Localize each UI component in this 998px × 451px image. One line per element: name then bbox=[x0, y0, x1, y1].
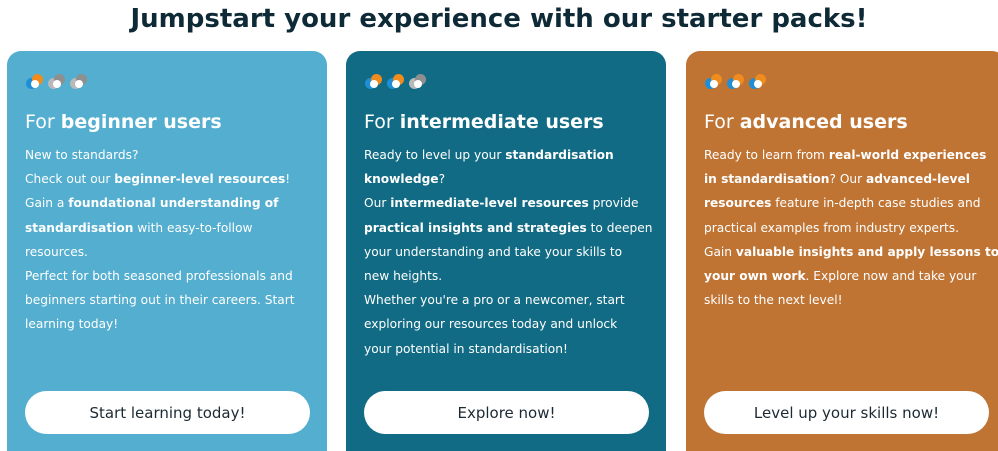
body-text: skills to the next level! bbox=[704, 293, 843, 308]
emphasis-text: practical insights and strategies bbox=[364, 220, 587, 235]
emphasis-text: knowledge bbox=[364, 172, 439, 187]
description-line: Gain valuable insights and apply lessons… bbox=[704, 240, 998, 264]
body-text: your potential in standardisation! bbox=[364, 341, 568, 356]
body-text: ? bbox=[438, 172, 446, 187]
description-line: learning today! bbox=[25, 312, 309, 336]
description-line: in standardisation? Our advanced-level bbox=[704, 167, 988, 191]
body-text: . Explore now and take your bbox=[805, 269, 977, 284]
pack-icon bbox=[48, 73, 66, 91]
emphasis-text: standardisation bbox=[505, 148, 614, 162]
pack-icon bbox=[365, 73, 383, 91]
body-text: Check out our bbox=[25, 172, 115, 187]
pack-icon bbox=[727, 73, 745, 91]
card-title-prefix: For bbox=[704, 111, 740, 133]
body-text: Gain bbox=[704, 244, 736, 259]
body-text: ? Our bbox=[829, 172, 867, 187]
description-line: Gain a foundational understanding of bbox=[25, 191, 309, 215]
description-line: practical insights and strategies to dee… bbox=[364, 216, 652, 240]
body-text: Ready to level up your bbox=[364, 148, 506, 162]
body-text: Our bbox=[364, 196, 391, 211]
level-indicator bbox=[705, 71, 988, 93]
card-title: For advanced users bbox=[704, 110, 988, 134]
pack-icon bbox=[387, 73, 405, 91]
level-indicator bbox=[365, 71, 648, 93]
body-text: feature in-depth case studies and bbox=[771, 196, 981, 211]
emphasis-text: resources bbox=[704, 196, 772, 211]
emphasis-text: beginner-level resources bbox=[114, 172, 286, 187]
card-title-prefix: For bbox=[364, 111, 400, 133]
body-text: new heights. bbox=[364, 269, 443, 284]
description-line: practical examples from industry experts… bbox=[704, 216, 988, 240]
description-line: Ready to learn from real-world experienc… bbox=[704, 143, 988, 167]
description-line: beginners starting out in their careers.… bbox=[25, 288, 309, 312]
description-line: new heights. bbox=[364, 264, 648, 288]
cta-button[interactable]: Start learning today! bbox=[25, 391, 310, 434]
body-text: Gain a bbox=[25, 196, 69, 211]
card-title-audience: beginner users bbox=[60, 111, 222, 133]
body-text: your understanding and take your skills … bbox=[364, 244, 623, 259]
card-title-audience: advanced users bbox=[739, 111, 908, 133]
description-line: standardisation with easy-to-follow bbox=[25, 216, 309, 240]
cta-button[interactable]: Level up your skills now! bbox=[704, 391, 989, 434]
starter-pack-card: For advanced users Ready to learn from re… bbox=[686, 51, 998, 451]
pack-icon bbox=[70, 73, 88, 91]
emphasis-text: advanced-level bbox=[866, 172, 970, 187]
starter-pack-card: For beginner users New to standards? Check… bbox=[7, 51, 327, 451]
description-line: resources feature in-depth case studies … bbox=[704, 191, 988, 215]
emphasis-text: foundational understanding of bbox=[68, 196, 279, 211]
card-title-audience: intermediate users bbox=[399, 111, 604, 133]
description-line: your own work. Explore now and take your bbox=[704, 264, 988, 288]
description-line: Ready to level up your standardisation bbox=[364, 143, 648, 167]
description-line: Our intermediate-level resources provide bbox=[364, 191, 648, 215]
emphasis-text: intermediate-level resources bbox=[390, 196, 589, 211]
emphasis-text: valuable insights and apply lessons to bbox=[735, 244, 998, 259]
description-line: exploring our resources today and unlock bbox=[364, 312, 648, 336]
card-description: Ready to level up your standardisation kn… bbox=[364, 143, 652, 361]
starter-pack-card: For intermediate users Ready to level up … bbox=[346, 51, 666, 451]
page-heading: Jumpstart your experience with our start… bbox=[130, 4, 868, 34]
body-text: practical examples from industry experts… bbox=[704, 220, 959, 235]
emphasis-text: your own work bbox=[704, 269, 806, 284]
card-title: For beginner users bbox=[25, 110, 309, 134]
emphasis-text: in standardisation bbox=[704, 172, 830, 187]
pack-icon bbox=[409, 73, 427, 91]
description-line: skills to the next level! bbox=[704, 288, 988, 312]
description-line: New to standards? bbox=[25, 143, 309, 167]
level-indicator bbox=[26, 71, 309, 93]
cta-button[interactable]: Explore now! bbox=[364, 391, 649, 434]
emphasis-text: standardisation bbox=[25, 220, 134, 235]
emphasis-text: real-world experiences bbox=[828, 148, 987, 162]
body-text: with easy-to-follow bbox=[133, 220, 253, 235]
description-line: Perfect for both seasoned professionals … bbox=[25, 264, 309, 288]
pack-icon bbox=[26, 73, 44, 91]
body-text: beginners starting out in their careers.… bbox=[25, 293, 295, 308]
card-title-prefix: For bbox=[25, 111, 61, 133]
card-title: For intermediate users bbox=[364, 110, 648, 134]
body-text: learning today! bbox=[25, 317, 119, 332]
pack-icon bbox=[705, 73, 723, 91]
description-line: your understanding and take your skills … bbox=[364, 240, 648, 264]
body-text: to deepen bbox=[586, 220, 653, 235]
description-line: Check out our beginner-level resources! bbox=[25, 167, 309, 191]
body-text: New to standards? bbox=[25, 148, 139, 162]
body-text: resources. bbox=[25, 244, 88, 259]
body-text: ! bbox=[285, 172, 291, 187]
pack-icon bbox=[749, 73, 767, 91]
body-text: provide bbox=[588, 196, 639, 211]
description-line: resources. bbox=[25, 240, 309, 264]
description-line: your potential in standardisation! bbox=[364, 337, 648, 361]
body-text: Perfect for both seasoned professionals … bbox=[25, 269, 293, 284]
body-text: Whether you're a pro or a newcomer, star… bbox=[364, 293, 625, 308]
card-description: New to standards? Check out our beginner-… bbox=[25, 143, 309, 337]
card-description: Ready to learn from real-world experienc… bbox=[704, 143, 998, 312]
body-text: exploring our resources today and unlock bbox=[364, 317, 618, 332]
description-line: knowledge? bbox=[364, 167, 648, 191]
body-text: Ready to learn from bbox=[704, 148, 829, 162]
description-line: Whether you're a pro or a newcomer, star… bbox=[364, 288, 648, 312]
